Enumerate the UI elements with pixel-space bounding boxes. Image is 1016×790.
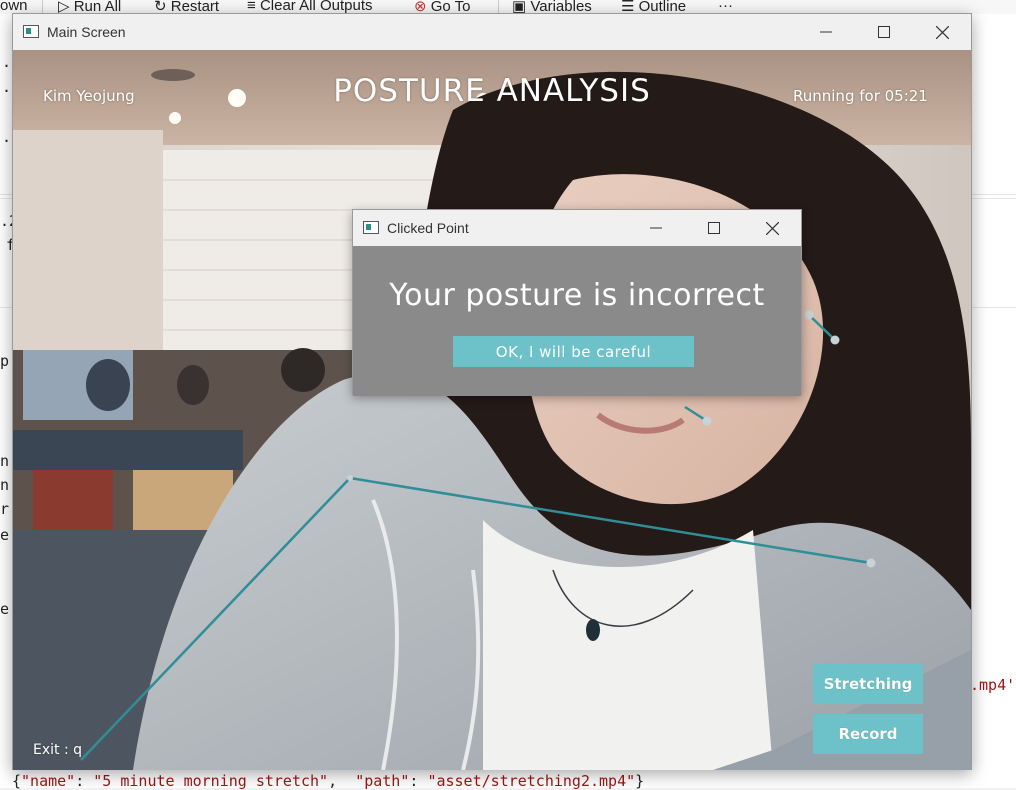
exit-hint: Exit : q: [33, 742, 83, 758]
clear-all-outputs-button[interactable]: ≡ Clear All Outputs: [247, 0, 373, 14]
maximize-button[interactable]: [855, 14, 913, 50]
dialog-close-button[interactable]: [743, 210, 801, 246]
app-window-icon: [363, 221, 379, 234]
code-fragment: .: [2, 78, 12, 96]
dialog-title: Clicked Point: [387, 220, 469, 236]
posture-warning-message: Your posture is incorrect: [389, 278, 765, 313]
more-actions-button[interactable]: ···: [718, 0, 733, 14]
clicked-point-dialog: Clicked Point Your posture is incorrect …: [352, 209, 802, 396]
code-token: "asset/stretching2.mp4": [427, 772, 636, 790]
code-fragment: .: [2, 128, 12, 146]
dialog-minimize-button[interactable]: [627, 210, 685, 246]
code-fragment: n: [0, 476, 10, 494]
code-token: "name": [21, 772, 76, 790]
toolbar-divider: [42, 0, 43, 14]
close-button[interactable]: [913, 14, 971, 50]
close-icon: [935, 25, 949, 39]
code-token: }: [635, 772, 645, 790]
stretching-button[interactable]: Stretching: [813, 664, 923, 704]
notebook-toolbar: own ▷ Run All ↻ Restart ≡ Clear All Outp…: [0, 0, 1016, 15]
confirm-careful-button[interactable]: OK, I will be careful: [453, 336, 694, 367]
close-icon: [765, 221, 779, 235]
toolbar-markdown-partial[interactable]: own: [0, 0, 28, 14]
code-token: :: [75, 772, 94, 790]
main-window-titlebar[interactable]: Main Screen: [13, 14, 971, 50]
code-token: ,: [328, 772, 356, 790]
toolbar-divider: [498, 0, 499, 14]
dialog-body: Your posture is incorrect OK, I will be …: [353, 246, 801, 396]
code-fragment: r: [0, 500, 10, 518]
code-fragment: e: [0, 600, 10, 618]
dialog-maximize-button[interactable]: [685, 210, 743, 246]
camera-frame-image: [13, 50, 971, 770]
clear-outputs-icon: ≡: [247, 0, 256, 14]
code-fragment: p: [0, 352, 10, 370]
code-fragment: n: [0, 452, 10, 470]
code-token: :: [409, 772, 428, 790]
code-line: {"name": "5 minute morning stretch", "pa…: [12, 772, 644, 790]
code-token: {: [12, 772, 22, 790]
dialog-titlebar[interactable]: Clicked Point: [353, 210, 801, 246]
camera-feed: Kim Yeojung POSTURE ANALYSIS Running for…: [13, 50, 971, 770]
code-fragment: e: [0, 526, 10, 544]
maximize-icon: [708, 222, 720, 234]
maximize-icon: [878, 26, 890, 38]
window-title: Main Screen: [47, 24, 126, 40]
record-button[interactable]: Record: [813, 714, 923, 754]
code-fragment: .mp4': [970, 676, 1016, 694]
code-fragment: .: [2, 53, 12, 71]
minimize-icon: [650, 227, 662, 229]
app-window-icon: [23, 25, 39, 38]
minimize-icon: [820, 31, 832, 33]
minimize-button[interactable]: [797, 14, 855, 50]
code-token: "path": [355, 772, 410, 790]
clear-all-outputs-label: Clear All Outputs: [259, 0, 373, 14]
running-timer: Running for 05:21: [793, 87, 928, 105]
code-token: "5 minute morning stretch": [93, 772, 329, 790]
